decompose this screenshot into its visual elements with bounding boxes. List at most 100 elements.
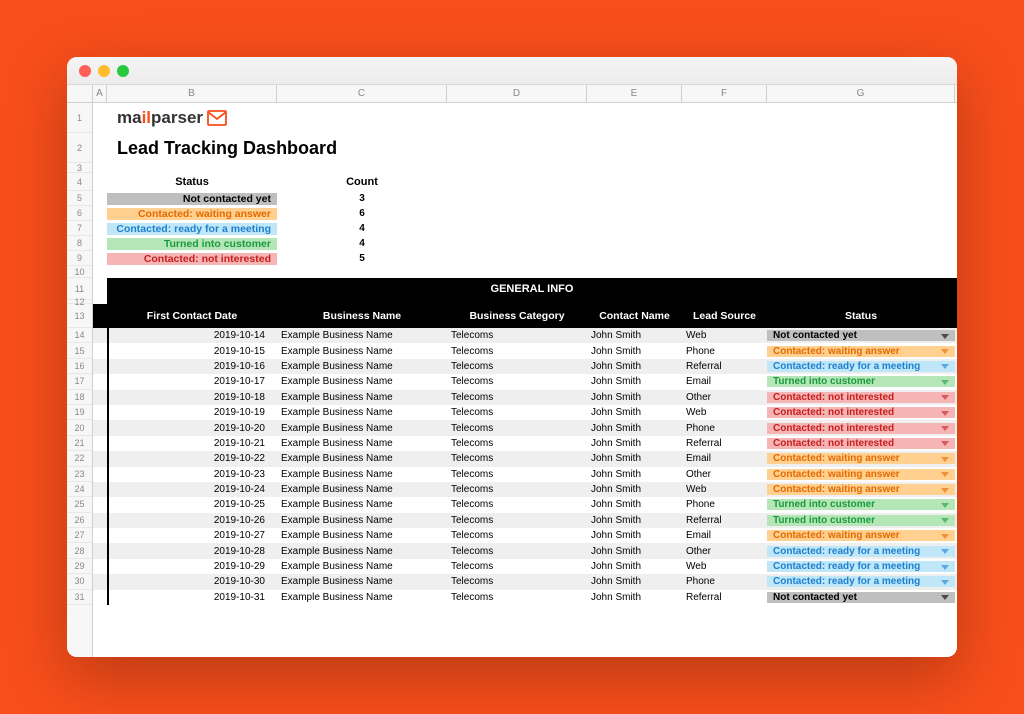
cell-status-dropdown[interactable]: Contacted: not interested	[767, 423, 955, 434]
cell-contact[interactable]: John Smith	[587, 546, 682, 557]
cell-contact[interactable]: John Smith	[587, 484, 682, 495]
cell-source[interactable]: Web	[682, 330, 767, 341]
cell-business[interactable]: Example Business Name	[277, 453, 447, 464]
cell-category[interactable]: Telecoms	[447, 423, 587, 434]
col-header-F[interactable]: F	[682, 85, 767, 102]
cell-date[interactable]: 2019-10-23	[107, 467, 277, 482]
row-number[interactable]: 10	[67, 266, 92, 278]
cell-source[interactable]: Web	[682, 561, 767, 572]
cell-contact[interactable]: John Smith	[587, 376, 682, 387]
cell-business[interactable]: Example Business Name	[277, 515, 447, 526]
cell-date[interactable]: 2019-10-18	[107, 390, 277, 405]
row-number[interactable]: 5	[67, 191, 92, 206]
cell-source[interactable]: Other	[682, 469, 767, 480]
row-number[interactable]: 18	[67, 390, 92, 405]
cell-category[interactable]: Telecoms	[447, 346, 587, 357]
cell-contact[interactable]: John Smith	[587, 515, 682, 526]
row-number[interactable]: 27	[67, 528, 92, 543]
cell-business[interactable]: Example Business Name	[277, 484, 447, 495]
col-business-name[interactable]: Business Name	[277, 310, 447, 322]
col-contact-name[interactable]: Contact Name	[587, 310, 682, 322]
row-number[interactable]: 14	[67, 328, 92, 343]
row-number[interactable]: 31	[67, 590, 92, 605]
col-lead-source[interactable]: Lead Source	[682, 310, 767, 322]
cell-business[interactable]: Example Business Name	[277, 438, 447, 449]
cell-business[interactable]: Example Business Name	[277, 361, 447, 372]
col-first-contact[interactable]: First Contact Date	[107, 310, 277, 322]
cell-business[interactable]: Example Business Name	[277, 499, 447, 510]
cell-contact[interactable]: John Smith	[587, 561, 682, 572]
cell-source[interactable]: Email	[682, 376, 767, 387]
row-number[interactable]: 13	[67, 304, 92, 328]
table-row[interactable]: 2019-10-23 Example Business Name Telecom…	[93, 467, 957, 482]
table-row[interactable]: 2019-10-21 Example Business Name Telecom…	[93, 436, 957, 451]
cell-status-dropdown[interactable]: Not contacted yet	[767, 330, 955, 341]
cell-contact[interactable]: John Smith	[587, 423, 682, 434]
cell-category[interactable]: Telecoms	[447, 469, 587, 480]
cell-category[interactable]: Telecoms	[447, 499, 587, 510]
cell-contact[interactable]: John Smith	[587, 499, 682, 510]
row-number[interactable]: 4	[67, 173, 92, 191]
cell-source[interactable]: Phone	[682, 499, 767, 510]
cell-status-dropdown[interactable]: Contacted: ready for a meeting	[767, 546, 955, 557]
cell-contact[interactable]: John Smith	[587, 453, 682, 464]
table-row[interactable]: 2019-10-20 Example Business Name Telecom…	[93, 420, 957, 435]
row-number[interactable]: 29	[67, 559, 92, 574]
row-number[interactable]: 1	[67, 103, 92, 133]
col-header-G[interactable]: G	[767, 85, 955, 102]
row-number[interactable]: 21	[67, 436, 92, 451]
cell-source[interactable]: Phone	[682, 346, 767, 357]
cell-business[interactable]: Example Business Name	[277, 346, 447, 357]
cell-source[interactable]: Other	[682, 392, 767, 403]
table-row[interactable]: 2019-10-19 Example Business Name Telecom…	[93, 405, 957, 420]
cell-status-dropdown[interactable]: Turned into customer	[767, 515, 955, 526]
cell-date[interactable]: 2019-10-27	[107, 528, 277, 543]
table-row[interactable]: 2019-10-31 Example Business Name Telecom…	[93, 590, 957, 605]
cell-status-dropdown[interactable]: Turned into customer	[767, 376, 955, 387]
cell-source[interactable]: Referral	[682, 438, 767, 449]
row-number[interactable]: 20	[67, 420, 92, 435]
row-number[interactable]: 30	[67, 574, 92, 589]
col-business-cat[interactable]: Business Category	[447, 310, 587, 322]
cell-contact[interactable]: John Smith	[587, 330, 682, 341]
cell-business[interactable]: Example Business Name	[277, 546, 447, 557]
table-row[interactable]: 2019-10-27 Example Business Name Telecom…	[93, 528, 957, 543]
cell-date[interactable]: 2019-10-30	[107, 574, 277, 589]
cell-contact[interactable]: John Smith	[587, 407, 682, 418]
cell-source[interactable]: Web	[682, 407, 767, 418]
cell-source[interactable]: Email	[682, 530, 767, 541]
table-row[interactable]: 2019-10-18 Example Business Name Telecom…	[93, 390, 957, 405]
row-number[interactable]: 2	[67, 133, 92, 163]
cell-status-dropdown[interactable]: Contacted: waiting answer	[767, 453, 955, 464]
cell-category[interactable]: Telecoms	[447, 515, 587, 526]
cell-status-dropdown[interactable]: Contacted: not interested	[767, 438, 955, 449]
table-row[interactable]: 2019-10-17 Example Business Name Telecom…	[93, 374, 957, 389]
cell-category[interactable]: Telecoms	[447, 546, 587, 557]
cell-date[interactable]: 2019-10-22	[107, 451, 277, 466]
col-status[interactable]: Status	[767, 310, 955, 322]
cell-category[interactable]: Telecoms	[447, 407, 587, 418]
cell-business[interactable]: Example Business Name	[277, 561, 447, 572]
table-row[interactable]: 2019-10-15 Example Business Name Telecom…	[93, 343, 957, 358]
cell-source[interactable]: Email	[682, 453, 767, 464]
table-row[interactable]: 2019-10-26 Example Business Name Telecom…	[93, 513, 957, 528]
cell-date[interactable]: 2019-10-31	[107, 590, 277, 605]
cell-source[interactable]: Other	[682, 546, 767, 557]
table-row[interactable]: 2019-10-16 Example Business Name Telecom…	[93, 359, 957, 374]
table-row[interactable]: 2019-10-14 Example Business Name Telecom…	[93, 328, 957, 343]
cell-status-dropdown[interactable]: Turned into customer	[767, 499, 955, 510]
cell-business[interactable]: Example Business Name	[277, 469, 447, 480]
cell-category[interactable]: Telecoms	[447, 561, 587, 572]
cell-date[interactable]: 2019-10-21	[107, 436, 277, 451]
row-number[interactable]: 15	[67, 343, 92, 358]
cell-business[interactable]: Example Business Name	[277, 423, 447, 434]
table-row[interactable]: 2019-10-28 Example Business Name Telecom…	[93, 543, 957, 558]
cell-business[interactable]: Example Business Name	[277, 576, 447, 587]
cell-date[interactable]: 2019-10-16	[107, 359, 277, 374]
cell-date[interactable]: 2019-10-29	[107, 559, 277, 574]
row-number[interactable]: 19	[67, 405, 92, 420]
table-row[interactable]: 2019-10-24 Example Business Name Telecom…	[93, 482, 957, 497]
cell-status-dropdown[interactable]: Contacted: waiting answer	[767, 530, 955, 541]
cell-status-dropdown[interactable]: Contacted: waiting answer	[767, 469, 955, 480]
cell-category[interactable]: Telecoms	[447, 392, 587, 403]
